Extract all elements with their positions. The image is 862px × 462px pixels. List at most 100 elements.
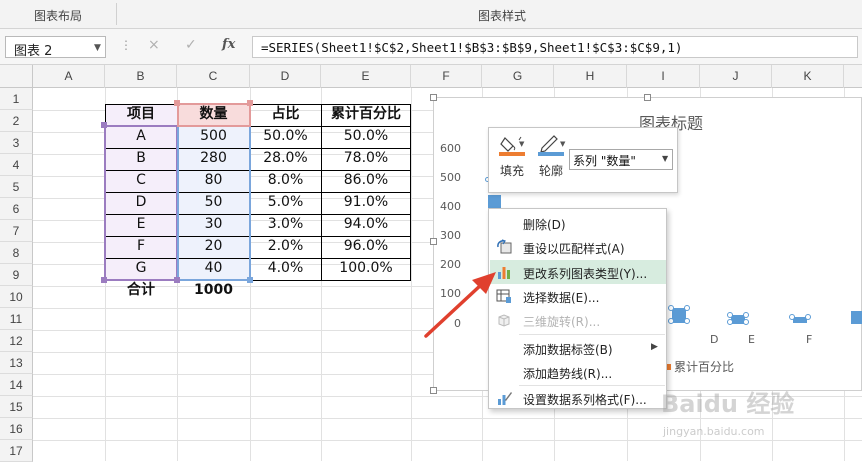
table-total-label[interactable]: 合计 [105, 280, 177, 302]
range-handle[interactable] [101, 122, 107, 128]
column-header-a[interactable]: A [33, 65, 105, 88]
row-header-16[interactable]: 16 [0, 418, 33, 440]
menu-item-3d-rotation[interactable]: 三维旋转(R)... [490, 308, 666, 332]
formula-input[interactable]: =SERIES(Sheet1!$C$2,Sheet1!$B$3:$B$9,She… [252, 36, 858, 58]
row-header-9[interactable]: 9 [0, 264, 33, 286]
row-header-8[interactable]: 8 [0, 242, 33, 264]
table-cell-cumulative-percent[interactable]: 94.0% [321, 214, 411, 236]
outline-button[interactable]: ▼ 轮廓 [536, 132, 566, 178]
row-header-13[interactable]: 13 [0, 352, 33, 374]
column-header-i[interactable]: I [627, 65, 700, 88]
y-axis-tick-label: 600 [440, 142, 461, 155]
chevron-down-icon[interactable]: ▼ [560, 140, 565, 148]
chart-resize-handle[interactable] [644, 94, 651, 101]
series-selector-dropdown[interactable]: 系列 "数量" ▼ [569, 149, 673, 170]
series-point-handle[interactable] [743, 319, 749, 325]
menu-item-delete[interactable]: 删除(D) [490, 211, 666, 235]
table-cell-share[interactable]: 50.0% [250, 126, 321, 148]
formula-bar-grip-icon: ⋮ [120, 38, 132, 52]
ribbon-group-chart-styles[interactable]: 图表样式 [478, 7, 526, 24]
table-header-share[interactable]: 占比 [250, 104, 321, 126]
table-cell-cumulative-percent[interactable]: 78.0% [321, 148, 411, 170]
enter-icon[interactable]: ✓ [185, 37, 197, 53]
table-cell-cumulative-percent[interactable]: 86.0% [321, 170, 411, 192]
table-header-cumulative-percent[interactable]: 累计百分比 [321, 104, 411, 126]
menu-item-change-series-chart-type[interactable]: 更改系列图表类型(Y)... [490, 260, 666, 284]
row-header-4[interactable]: 4 [0, 154, 33, 176]
series-point-handle[interactable] [789, 314, 795, 320]
row-header-11[interactable]: 11 [0, 308, 33, 330]
menu-item-format-data-series[interactable]: 设置数据系列格式(F)... [490, 386, 666, 410]
cancel-icon[interactable]: × [148, 37, 160, 53]
menu-item-add-data-labels[interactable]: 添加数据标签(B) ▶ [490, 336, 666, 360]
table-cell-share[interactable]: 3.0% [250, 214, 321, 236]
series-point-handle[interactable] [684, 318, 690, 324]
series-point-handle[interactable] [668, 318, 674, 324]
column-header-f[interactable]: F [411, 65, 482, 88]
row-header-1[interactable]: 1 [0, 88, 33, 110]
column-header-e[interactable]: E [321, 65, 411, 88]
table-cell-cumulative-percent[interactable]: 100.0% [321, 258, 411, 280]
row-header-17[interactable]: 17 [0, 440, 33, 462]
column-header-k[interactable]: K [772, 65, 844, 88]
range-handle[interactable] [174, 277, 180, 283]
table-cell-share[interactable]: 4.0% [250, 258, 321, 280]
column-header-h[interactable]: H [554, 65, 627, 88]
table-cell-share[interactable]: 2.0% [250, 236, 321, 258]
series-point-handle[interactable] [727, 319, 733, 325]
table-cell-share[interactable]: 28.0% [250, 148, 321, 170]
series-point-handle[interactable] [684, 305, 690, 311]
row-header-7[interactable]: 7 [0, 220, 33, 242]
series-point-handle[interactable] [727, 312, 733, 318]
range-handle[interactable] [174, 100, 180, 106]
table-cell-share[interactable]: 5.0% [250, 192, 321, 214]
legend-label[interactable]: 累计百分比 [674, 358, 734, 375]
row-header-10[interactable]: 10 [0, 286, 33, 308]
column-header-b[interactable]: B [105, 65, 177, 88]
row-header-2[interactable]: 2 [0, 110, 33, 132]
series-point-handle[interactable] [805, 314, 811, 320]
fill-button[interactable]: ▼ 填充 [497, 132, 527, 178]
table-header-item[interactable]: 项目 [105, 104, 177, 126]
chart-resize-handle[interactable] [430, 387, 437, 394]
y-axis-tick-label: 500 [440, 171, 461, 184]
menu-separator [519, 334, 665, 335]
menu-item-add-trendline[interactable]: 添加趋势线(R)... [490, 360, 666, 384]
name-box[interactable]: 图表 2 ▼ [5, 36, 106, 59]
table-cell-cumulative-percent[interactable]: 50.0% [321, 126, 411, 148]
row-header-3[interactable]: 3 [0, 132, 33, 154]
chart-resize-handle[interactable] [430, 94, 437, 101]
row-header-15[interactable]: 15 [0, 396, 33, 418]
chevron-down-icon[interactable]: ▼ [662, 154, 668, 163]
range-handle[interactable] [247, 277, 253, 283]
row-header-6[interactable]: 6 [0, 198, 33, 220]
table-cell-cumulative-percent[interactable]: 91.0% [321, 192, 411, 214]
column-header-c[interactable]: C [177, 65, 250, 88]
series-point-handle[interactable] [743, 312, 749, 318]
chevron-down-icon[interactable]: ▼ [519, 140, 524, 148]
menu-item-reset-style[interactable]: 重设以匹配样式(A) [490, 235, 666, 259]
series-bar[interactable] [851, 311, 862, 324]
column-header-j[interactable]: J [700, 65, 772, 88]
select-all-corner[interactable] [0, 65, 33, 88]
range-handle[interactable] [101, 277, 107, 283]
range-handle[interactable] [247, 100, 253, 106]
row-header-14[interactable]: 14 [0, 374, 33, 396]
chart-resize-handle[interactable] [430, 238, 437, 245]
table-cell-cumulative-percent[interactable]: 96.0% [321, 236, 411, 258]
column-header-d[interactable]: D [250, 65, 321, 88]
column-header-g[interactable]: G [482, 65, 554, 88]
formula-bar: 图表 2 ▼ ⋮ × ✓ fx =SERIES(Sheet1!$C$2,Shee… [0, 29, 862, 65]
table-total-value[interactable]: 1000 [177, 280, 250, 302]
row-header-5[interactable]: 5 [0, 176, 33, 198]
gridline [33, 440, 862, 441]
series-point-handle[interactable] [668, 305, 674, 311]
watermark-logo: Baidu 经验 [661, 390, 795, 418]
insert-function-icon[interactable]: fx [222, 37, 235, 52]
ribbon-group-chart-layout[interactable]: 图表布局 [34, 7, 82, 24]
chevron-down-icon[interactable]: ▼ [94, 43, 101, 53]
table-cell-share[interactable]: 8.0% [250, 170, 321, 192]
row-header-12[interactable]: 12 [0, 330, 33, 352]
ribbon-divider [116, 3, 117, 25]
menu-item-select-data[interactable]: 选择数据(E)... [490, 284, 666, 308]
